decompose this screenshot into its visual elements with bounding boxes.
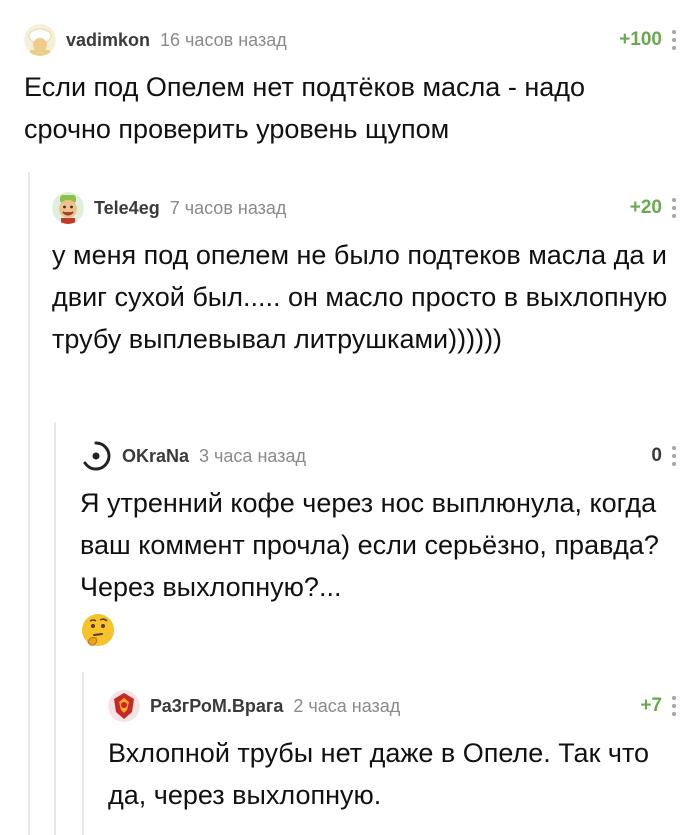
eye-avatar-icon[interactable] [80, 440, 112, 472]
comment: Ра3гРоМ.Врага 2 часа назад +7 Вхлопной т… [108, 686, 700, 816]
comment-header: Ра3гРоМ.Врага 2 часа назад +7 [108, 686, 700, 726]
comment-time[interactable]: 3 часа назад [199, 446, 306, 467]
more-options-icon[interactable] [672, 198, 678, 218]
thread-line [82, 672, 84, 835]
comment-text-body: Я утренний кофе через нос выплюнула, ког… [80, 488, 659, 602]
more-options-icon[interactable] [672, 30, 678, 50]
comment-text: Вхлопной трубы нет даже в Опеле. Так что… [108, 738, 650, 810]
comment-header: OKraNa 3 часа назад 0 [80, 436, 700, 476]
comment-time[interactable]: 7 часов назад [170, 198, 287, 219]
thread-line [54, 422, 56, 835]
thread-line [28, 172, 30, 835]
smiling-man-avatar-icon[interactable] [52, 192, 84, 224]
red-emblem-avatar-icon[interactable] [108, 690, 140, 722]
comment-time[interactable]: 16 часов назад [160, 30, 287, 51]
rating: 0 [651, 445, 662, 466]
comment-time[interactable]: 2 часа назад [293, 696, 400, 717]
comment: Tele4eg 7 часов назад +20 у меня под опе… [52, 188, 700, 360]
username[interactable]: Tele4eg [94, 198, 160, 219]
rating: +20 [629, 197, 662, 218]
username[interactable]: vadimkon [66, 30, 150, 51]
rating: +7 [640, 695, 662, 716]
comment-text: Если под Опелем нет подтёков масла - над… [24, 72, 586, 144]
comment: vadimkon 16 часов назад +100 Если под Оп… [24, 20, 700, 150]
rating: +100 [619, 29, 662, 50]
more-options-icon[interactable] [672, 446, 678, 466]
more-options-icon[interactable] [672, 696, 678, 716]
username[interactable]: Ра3гРоМ.Врага [150, 696, 283, 717]
thinking-face-emoji [80, 612, 116, 648]
comment-header: vadimkon 16 часов назад +100 [24, 20, 700, 60]
comment-text: у меня под опелем не было подтеков масла… [52, 240, 668, 354]
comment: OKraNa 3 часа назад 0 Я утренний кофе че… [80, 436, 700, 660]
chef-avatar-icon[interactable] [24, 24, 56, 56]
comment-header: Tele4eg 7 часов назад +20 [52, 188, 700, 228]
comment-text: Я утренний кофе через нос выплюнула, ког… [80, 482, 700, 660]
username[interactable]: OKraNa [122, 446, 189, 467]
